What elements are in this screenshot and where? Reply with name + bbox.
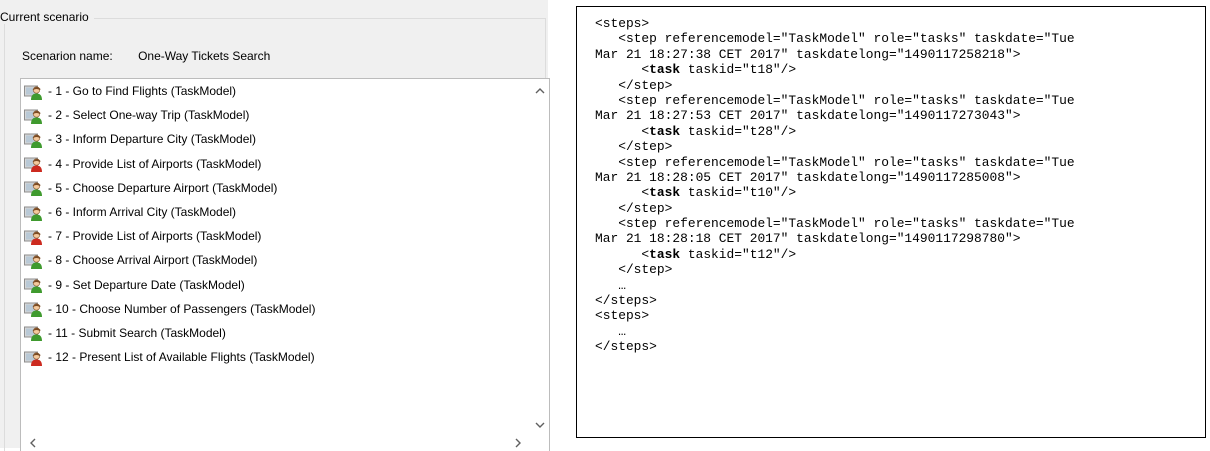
- list-item-label: - 3 - Inform Departure City (TaskModel): [48, 132, 257, 147]
- scrollbar-corner: [531, 434, 549, 451]
- list-item-label: - 6 - Inform Arrival City (TaskModel): [48, 205, 237, 220]
- list-item-label: - 2 - Select One-way Trip (TaskModel): [48, 108, 250, 123]
- user-task-icon: [24, 206, 42, 221]
- xml-line: …: [595, 323, 626, 339]
- scroll-left-button[interactable]: [23, 434, 41, 451]
- list-item[interactable]: - 4 - Provide List of Airports (TaskMode…: [21, 152, 531, 176]
- xml-code-listing: <steps> <step referencemodel="TaskModel"…: [595, 16, 1075, 355]
- chevron-up-icon: [535, 87, 545, 93]
- xml-line-part: <: [595, 123, 650, 139]
- xml-line-part: taskid="t12"/>: [680, 246, 797, 262]
- list-item[interactable]: - 10 - Choose Number of Passengers (Task…: [21, 297, 531, 321]
- xml-line: </step>: [595, 77, 673, 93]
- list-item-label: - 10 - Choose Number of Passengers (Task…: [48, 301, 316, 316]
- list-item[interactable]: - 7 - Provide List of Airports (TaskMode…: [21, 224, 531, 248]
- task-list-items: - 1 - Go to Find Flights (TaskModel) - 2 …: [21, 79, 531, 369]
- scenario-name-label: Scenarion name:: [22, 49, 113, 63]
- xml-line: <steps>: [595, 308, 650, 324]
- xml-line: </steps>: [595, 339, 657, 355]
- system-task-icon: [24, 351, 42, 366]
- scenario-name-value: One-Way Tickets Search: [138, 49, 271, 63]
- xml-task-keyword: task: [649, 246, 681, 262]
- groupbox-title: Current scenario: [0, 10, 94, 24]
- user-task-icon: [24, 133, 42, 148]
- user-task-icon: [24, 302, 42, 318]
- xml-line: <step referencemodel="TaskModel" role="t…: [595, 216, 1075, 232]
- list-item[interactable]: - 1 - Go to Find Flights (TaskModel): [21, 79, 531, 103]
- list-item-label: - 12 - Present List of Available Flights…: [48, 350, 315, 365]
- scroll-right-button[interactable]: [509, 434, 527, 451]
- user-task-icon: [24, 326, 42, 342]
- xml-steps-box: <steps> <step referencemodel="TaskModel"…: [576, 6, 1206, 438]
- xml-line: </step>: [595, 200, 673, 216]
- user-task-icon: [24, 181, 42, 197]
- xml-task-keyword: task: [649, 123, 681, 139]
- scenario-panel: Current scenario Scenarion name: One-Way…: [0, 0, 550, 451]
- xml-line: <task taskid="t28"/>: [595, 124, 1075, 139]
- list-item-label: - 8 - Choose Arrival Airport (TaskModel): [48, 253, 258, 268]
- xml-task-keyword: task: [649, 185, 681, 201]
- list-item-label: - 1 - Go to Find Flights (TaskModel): [48, 84, 237, 99]
- task-list[interactable]: - 1 - Go to Find Flights (TaskModel) - 2 …: [20, 78, 550, 451]
- user-task-icon: [24, 109, 42, 124]
- scroll-up-button[interactable]: [531, 81, 549, 99]
- system-task-icon: [24, 230, 42, 245]
- vertical-scrollbar[interactable]: [531, 79, 549, 434]
- xml-line: Mar 21 18:28:18 CET 2017" taskdatelong="…: [595, 231, 1021, 247]
- xml-line-part: taskid="t18"/>: [680, 62, 797, 78]
- xml-line: …: [595, 277, 626, 293]
- xml-line-part: <: [595, 246, 650, 262]
- xml-line: <task taskid="t12"/>: [595, 247, 1075, 262]
- user-task-icon: [24, 254, 42, 269]
- xml-line: </steps>: [595, 293, 657, 309]
- user-task-icon: [24, 278, 42, 294]
- list-item-label: - 9 - Set Departure Date (TaskModel): [48, 277, 245, 292]
- scroll-down-button[interactable]: [531, 416, 549, 434]
- xml-line: Mar 21 18:27:53 CET 2017" taskdatelong="…: [595, 108, 1021, 124]
- list-item[interactable]: - 2 - Select One-way Trip (TaskModel): [21, 103, 531, 127]
- system-task-icon: [24, 157, 42, 173]
- list-item[interactable]: - 11 - Submit Search (TaskModel): [21, 321, 531, 345]
- list-item[interactable]: - 9 - Set Departure Date (TaskModel): [21, 273, 531, 297]
- user-task-icon: [24, 85, 42, 100]
- list-item[interactable]: - 3 - Inform Departure City (TaskModel): [21, 127, 531, 151]
- xml-line: </step>: [595, 262, 673, 278]
- list-item[interactable]: - 8 - Choose Arrival Airport (TaskModel): [21, 248, 531, 272]
- chevron-down-icon: [535, 422, 545, 428]
- xml-line: <step referencemodel="TaskModel" role="t…: [595, 154, 1075, 170]
- xml-line-part: taskid="t28"/>: [680, 123, 797, 139]
- xml-line: <step referencemodel="TaskModel" role="t…: [595, 92, 1075, 108]
- xml-line-part: taskid="t10"/>: [680, 185, 797, 201]
- xml-line: <steps>: [595, 16, 650, 31]
- list-item[interactable]: - 5 - Choose Departure Airport (TaskMode…: [21, 176, 531, 200]
- xml-line: </step>: [595, 139, 673, 155]
- xml-line: <step referencemodel="TaskModel" role="t…: [595, 31, 1075, 47]
- horizontal-scrollbar[interactable]: [21, 434, 549, 451]
- xml-line: Mar 21 18:27:38 CET 2017" taskdatelong="…: [595, 46, 1021, 62]
- list-item-label: - 4 - Provide List of Airports (TaskMode…: [48, 156, 262, 171]
- xml-line: Mar 21 18:28:05 CET 2017" taskdatelong="…: [595, 169, 1021, 185]
- chevron-right-icon: [515, 438, 521, 447]
- list-item-label: - 5 - Choose Departure Airport (TaskMode…: [48, 180, 278, 195]
- list-item[interactable]: - 12 - Present List of Available Flights…: [21, 345, 531, 369]
- xml-task-keyword: task: [649, 62, 681, 78]
- xml-line-part: <: [595, 185, 650, 201]
- scenario-name-row: Scenarion name: One-Way Tickets Search: [22, 49, 270, 63]
- xml-line: <task taskid="t10"/>: [595, 185, 1075, 200]
- list-item-label: - 11 - Submit Search (TaskModel): [48, 325, 226, 340]
- list-item-label: - 7 - Provide List of Airports (TaskMode…: [48, 229, 262, 244]
- xml-line-part: <: [595, 62, 650, 78]
- list-item[interactable]: - 6 - Inform Arrival City (TaskModel): [21, 200, 531, 224]
- xml-line: <task taskid="t18"/>: [595, 62, 1075, 77]
- chevron-left-icon: [29, 438, 35, 447]
